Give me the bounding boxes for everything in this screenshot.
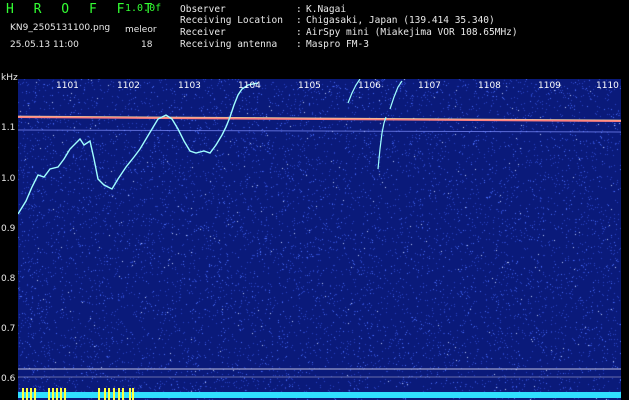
meta-location-label: Receiving Location: [180, 15, 283, 26]
meteor-mark: [64, 388, 66, 400]
app-version: 1.0.0f: [125, 3, 162, 14]
doppler-trace-3: [377, 116, 387, 170]
x-tick: 1110: [596, 81, 619, 91]
y-tick: 0.6: [1, 374, 16, 384]
meta-observer-value: K.Nagai: [306, 4, 347, 15]
y-tick: 0.8: [1, 274, 16, 284]
meta-antenna-label: Receiving antenna: [180, 39, 278, 50]
meteor-mark: [26, 388, 28, 400]
spectrogram-overlay: [18, 79, 621, 400]
x-tick: 1107: [418, 81, 441, 91]
meteor-mark: [22, 388, 24, 400]
x-tick: 1109: [538, 81, 561, 91]
doppler-trace-4: [389, 80, 403, 110]
hrofft-window: H R O F F T 1.0.0f KN9_2505131100.png 25…: [0, 0, 629, 400]
meteor-mark: [34, 388, 36, 400]
x-tick: 1104: [238, 81, 261, 91]
y-tick: 1.0: [1, 174, 16, 184]
x-tick: 1106: [358, 81, 381, 91]
meta-colon: :: [296, 39, 302, 50]
x-tick: 1105: [298, 81, 321, 91]
meteor-mark: [132, 388, 134, 400]
secondary-carrier-line: [18, 129, 621, 133]
meta-colon: :: [296, 15, 302, 26]
meteor-mark: [108, 388, 110, 400]
y-tick: 0.7: [1, 324, 16, 334]
x-tick: 1103: [178, 81, 201, 91]
spectrogram-plot: [18, 79, 621, 400]
meteor-mark: [129, 388, 131, 400]
meteor-mark: [122, 388, 124, 400]
y-tick: 0.9: [1, 224, 16, 234]
x-tick: 1108: [478, 81, 501, 91]
meteor-mark: [52, 388, 54, 400]
meteor-mark: [113, 388, 115, 400]
meta-colon: :: [296, 4, 302, 15]
meta-receiver-value: AirSpy mini (Miakejima VOR 108.65MHz): [306, 27, 518, 38]
meleor-label: meleor: [125, 25, 157, 35]
meta-colon: :: [296, 27, 302, 38]
meteor-mark: [104, 388, 106, 400]
meleor-count: 18: [141, 40, 153, 50]
meta-antenna-value: Maspro FM-3: [306, 39, 369, 50]
meteor-mark: [98, 388, 100, 400]
meteor-mark: [48, 388, 50, 400]
file-name: KN9_2505131100.png: [10, 23, 111, 33]
meteor-mark: [30, 388, 32, 400]
doppler-trace: [18, 82, 259, 215]
meta-location-value: Chigasaki, Japan (139.414 35.340): [306, 15, 495, 26]
meta-observer-label: Observer: [180, 4, 226, 15]
y-tick: 1.1: [1, 123, 16, 133]
meteor-mark: [56, 388, 58, 400]
meteor-mark: [118, 388, 120, 400]
meteor-mark: [60, 388, 62, 400]
timestamp: 25.05.13 11:00: [10, 40, 79, 50]
meta-receiver-label: Receiver: [180, 27, 226, 38]
x-tick: 1101: [56, 81, 79, 91]
x-tick: 1102: [117, 81, 140, 91]
y-axis-unit: kHz: [1, 73, 18, 83]
